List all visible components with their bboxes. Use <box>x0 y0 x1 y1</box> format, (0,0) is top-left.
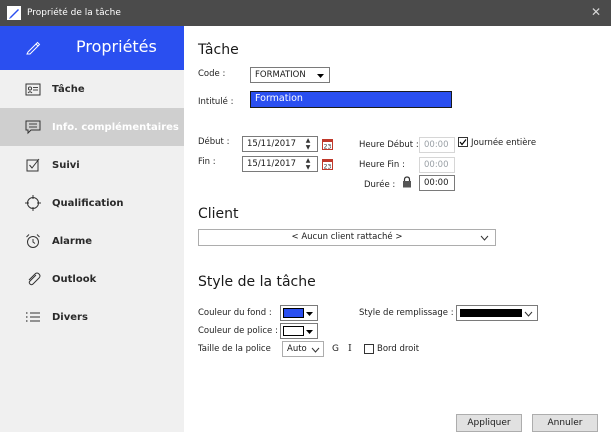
sidebar-item-alarme[interactable]: Alarme <box>0 222 184 260</box>
bold-toggle[interactable]: G <box>332 344 339 354</box>
appliquer-button[interactable]: Appliquer <box>456 414 522 432</box>
debut-label: Début : <box>198 137 230 147</box>
sidebar-item-label: Outlook <box>52 273 97 285</box>
taille-police-value: Auto <box>287 344 307 354</box>
code-value: FORMATION <box>255 70 306 80</box>
intitule-label: Intitulé : <box>198 97 234 107</box>
journee-entiere-checkbox[interactable] <box>458 137 468 147</box>
heure-fin-label: Heure Fin : <box>359 160 405 170</box>
heure-debut-label: Heure Début : <box>359 140 419 150</box>
svg-text:23: 23 <box>324 144 332 151</box>
sidebar-item-label: Suivi <box>52 159 80 171</box>
journee-entiere-label: Journée entière <box>471 138 537 148</box>
couleur-fond-swatch <box>283 308 304 318</box>
window-title: Propriété de la tâche <box>27 8 121 18</box>
checkbox-icon <box>26 158 40 172</box>
remplissage-label: Style de remplissage : <box>359 308 454 318</box>
remplissage-select[interactable] <box>456 305 538 321</box>
sidebar-item-qualification[interactable]: Qualification <box>0 184 184 222</box>
italic-toggle[interactable]: I <box>348 343 352 354</box>
fin-spinner[interactable]: ▲ ▼ <box>304 157 312 171</box>
lock-icon[interactable] <box>402 176 412 188</box>
couleur-police-picker[interactable] <box>280 323 318 339</box>
client-heading: Client <box>198 206 239 222</box>
checkmark-icon <box>459 139 467 146</box>
style-heading: Style de la tâche <box>198 274 316 290</box>
duree-field[interactable]: 00:00 <box>419 175 455 191</box>
duree-label: Durée : <box>364 180 396 190</box>
comment-icon <box>25 120 41 135</box>
tache-heading: Tâche <box>198 42 239 58</box>
chevron-down-icon <box>480 235 489 241</box>
fin-value: 15/11/2017 <box>247 159 296 169</box>
couleur-fond-picker[interactable] <box>280 305 318 321</box>
sidebar-item-tache[interactable]: Tâche <box>0 70 184 108</box>
couleur-police-label: Couleur de police : <box>198 326 278 336</box>
chevron-down-icon <box>306 312 313 316</box>
couleur-police-swatch <box>283 326 304 336</box>
sidebar-item-label: Qualification <box>52 197 124 209</box>
sidebar-header[interactable]: Propriétés <box>0 26 184 70</box>
bord-droit-label: Bord droit <box>377 344 420 354</box>
fin-label: Fin : <box>198 157 216 167</box>
chevron-down-icon <box>311 347 320 353</box>
list-icon <box>26 312 40 322</box>
debut-value: 15/11/2017 <box>247 139 296 149</box>
sidebar-item-divers[interactable]: Divers <box>0 298 184 336</box>
annuler-button[interactable]: Annuler <box>532 414 598 432</box>
sidebar-item-label: Alarme <box>52 235 93 247</box>
sidebar-item-outlook[interactable]: Outlook <box>0 260 184 298</box>
bord-droit-checkbox[interactable] <box>364 344 374 354</box>
close-icon[interactable]: ✕ <box>591 5 601 19</box>
code-label: Code : <box>198 69 226 79</box>
code-select[interactable]: FORMATION <box>250 67 330 83</box>
client-select[interactable]: < Aucun client rattaché > <box>198 229 496 246</box>
sidebar-item-label: Info. complémentaires <box>52 121 179 133</box>
remplissage-swatch <box>460 309 522 317</box>
sidebar-item-label: Divers <box>52 311 88 323</box>
heure-fin-field[interactable]: 00:00 <box>419 157 455 173</box>
sidebar-item-suivi[interactable]: Suivi <box>0 146 184 184</box>
svg-text:23: 23 <box>324 164 332 171</box>
pencil-icon <box>26 41 41 55</box>
calendar-icon[interactable]: 23 <box>322 159 333 170</box>
debut-spinner[interactable]: ▲ ▼ <box>304 137 312 151</box>
id-card-icon <box>25 83 41 96</box>
alarm-clock-icon <box>26 234 40 248</box>
taille-police-select[interactable]: Auto <box>282 341 324 357</box>
sidebar-item-label: Tâche <box>52 83 85 95</box>
calendar-icon[interactable]: 23 <box>322 139 333 150</box>
couleur-fond-label: Couleur du fond : <box>198 308 272 318</box>
target-icon <box>25 195 41 211</box>
sidebar: Propriétés Tâche Info. complémentaires S… <box>0 26 184 432</box>
paperclip-icon <box>28 272 41 286</box>
main-panel: Tâche Code : FORMATION Intitulé : Format… <box>184 26 611 432</box>
chevron-down-icon <box>317 74 324 78</box>
sidebar-item-info-complementaires[interactable]: Info. complémentaires <box>0 108 184 146</box>
app-icon <box>7 6 21 20</box>
sidebar-header-label: Propriétés <box>76 37 157 56</box>
client-select-value: < Aucun client rattaché > <box>291 232 403 242</box>
heure-debut-field[interactable]: 00:00 <box>419 137 455 153</box>
chevron-down-icon <box>306 330 313 334</box>
chevron-down-icon <box>524 311 533 317</box>
title-bar: Propriété de la tâche ✕ <box>0 0 611 26</box>
taille-police-label: Taille de la police <box>198 344 271 354</box>
intitule-field[interactable]: Formation <box>250 91 452 108</box>
